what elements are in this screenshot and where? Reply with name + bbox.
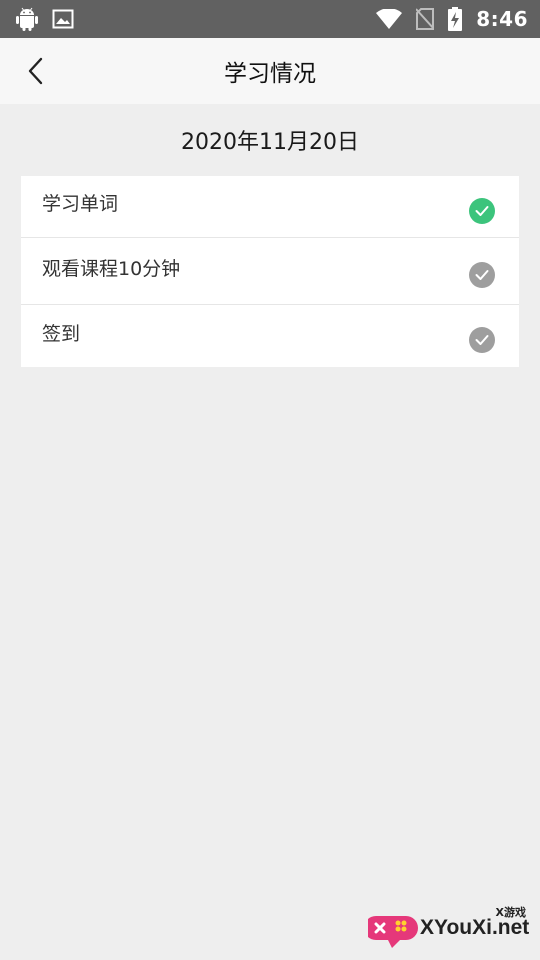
screen: 8:46 学习情况 2020年11月20日 学习单词 观看课程10分钟 签到 X… xyxy=(0,0,540,960)
task-list: 学习单词 观看课程10分钟 签到 xyxy=(21,176,519,367)
task-item-signin: 签到 xyxy=(21,305,519,367)
status-bar: 8:46 xyxy=(0,0,540,38)
status-time: 8:46 xyxy=(476,7,528,31)
android-icon xyxy=(16,7,38,31)
task-label: 学习单词 xyxy=(42,193,119,215)
chevron-left-icon xyxy=(28,57,43,85)
task-item-words: 学习单词 xyxy=(21,176,519,238)
back-button[interactable] xyxy=(14,49,58,93)
page-title: 学习情况 xyxy=(224,61,316,87)
task-label: 签到 xyxy=(42,322,81,345)
battery-charging-icon xyxy=(448,7,463,31)
task-item-course: 观看课程10分钟 xyxy=(21,238,519,305)
check-done-icon xyxy=(469,197,495,224)
app-bar: 学习情况 xyxy=(0,38,540,104)
image-icon xyxy=(52,9,74,29)
gamepad-logo-icon xyxy=(368,916,418,948)
watermark: X游戏 XYouXi.net xyxy=(368,898,536,956)
task-label: 观看课程10分钟 xyxy=(42,257,181,280)
watermark-text: XYouXi.net xyxy=(420,916,530,939)
check-pending-icon xyxy=(469,327,495,353)
check-pending-icon xyxy=(469,262,495,288)
wifi-icon xyxy=(376,9,403,29)
date-label: 2020年11月20日 xyxy=(181,130,359,155)
no-sim-icon xyxy=(416,8,435,30)
